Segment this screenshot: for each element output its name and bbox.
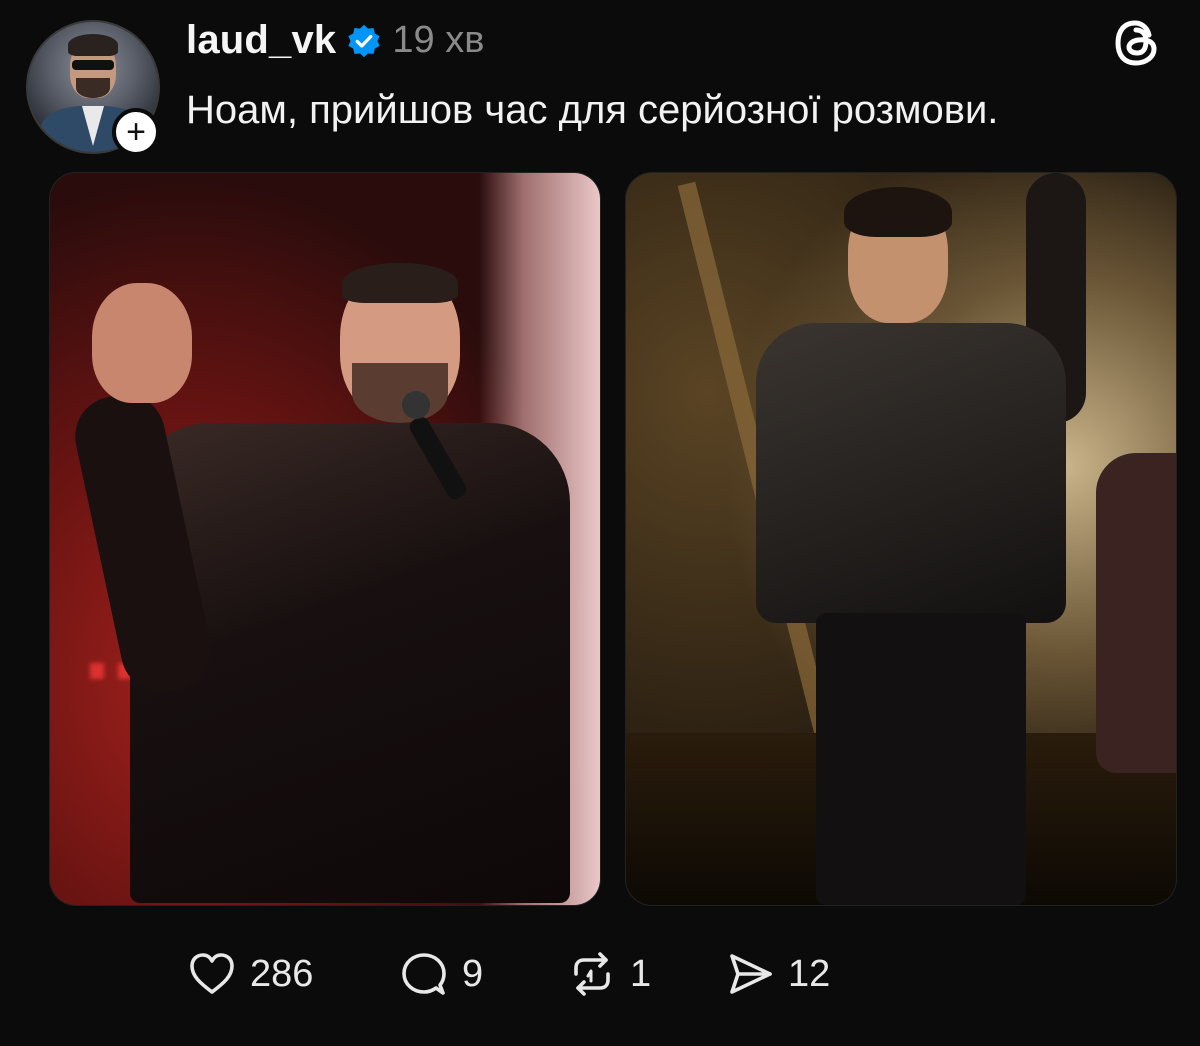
repost-icon: [574, 952, 610, 996]
reply-button[interactable]: 9: [398, 948, 483, 1000]
repost-button[interactable]: 1: [566, 948, 651, 1000]
post-actions-bar: 286 9 1 12: [0, 948, 1200, 1008]
send-icon: [730, 954, 772, 994]
post-photo-2[interactable]: [626, 173, 1176, 905]
post-text: Ноам, прийшов час для серйозної розмови.: [186, 88, 999, 132]
threads-icon[interactable]: [1110, 16, 1164, 70]
post-photo-1[interactable]: [50, 173, 600, 905]
share-button[interactable]: 12: [724, 948, 830, 1000]
like-count: 286: [250, 952, 314, 995]
speech-bubble-icon: [402, 953, 446, 995]
verified-badge-icon: [348, 24, 381, 57]
follow-plus-button[interactable]: +: [112, 108, 160, 156]
like-button[interactable]: 286: [186, 948, 313, 1000]
repost-count: 1: [630, 952, 652, 995]
heart-icon: [190, 953, 234, 994]
username[interactable]: laud_vk: [186, 18, 336, 63]
post-header: laud_vk 19 хв: [186, 18, 484, 63]
share-count: 12: [788, 952, 831, 995]
post-timestamp: 19 хв: [392, 19, 485, 61]
reply-count: 9: [462, 952, 484, 995]
author-avatar[interactable]: +: [26, 20, 160, 156]
